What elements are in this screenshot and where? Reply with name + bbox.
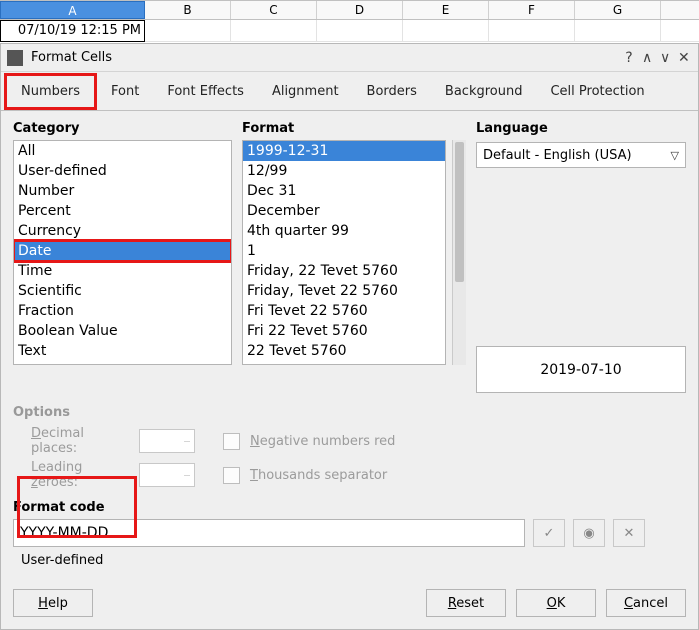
help-button[interactable]: Help [13,589,93,617]
ok-button[interactable]: OK [516,589,596,617]
negative-red-label: Negative numbers red [250,434,395,449]
language-label: Language [476,121,686,136]
col-header-D[interactable]: D [317,1,403,19]
format-label: Format [242,121,466,136]
list-item[interactable]: 12/99 [243,161,445,181]
list-item[interactable]: Fri Tevet 22 5760 [243,301,445,321]
list-item[interactable]: Friday, Tevet 22 5760 [243,281,445,301]
close-icon: ✕ [624,526,635,541]
tab-background[interactable]: Background [431,76,537,110]
format-listbox[interactable]: 1999-12-31 12/99 Dec 31 December 4th qua… [242,140,446,365]
list-item[interactable]: 1999-12-31 [243,141,445,161]
tab-borders[interactable]: Borders [353,76,431,110]
col-header-A[interactable]: A [0,1,145,19]
list-item[interactable]: Text [14,341,231,361]
format-preview: 2019-07-10 [476,346,686,393]
spreadsheet: A B C D E F G H 07/10/19 12:15 PM [0,0,699,43]
format-code-label: Format code [13,500,686,515]
leading-zeroes-stepper [139,463,195,487]
help-icon[interactable]: ? [620,50,638,66]
format-cells-dialog: Format Cells ? ∧ ∨ ✕ Numbers Font Font E… [0,43,699,630]
user-defined-indicator: User-defined [21,553,686,568]
list-item[interactable]: User-defined [14,161,231,181]
language-select[interactable]: Default - English (USA) ▽ [476,142,686,168]
column-headers: A B C D E F G H [0,0,699,20]
thousands-sep-label: Thousands separator [250,468,387,483]
format-code-input[interactable]: YYYY-MM-DD [13,519,525,547]
format-code-comment-button[interactable]: ◉ [573,519,605,547]
thousands-sep-checkbox [223,467,240,484]
col-header-G[interactable]: G [575,1,661,19]
check-icon: ✓ [544,526,555,541]
format-scrollbar[interactable] [452,140,466,365]
cancel-button[interactable]: Cancel [606,589,686,617]
app-icon [7,50,23,66]
list-item[interactable]: 1 [243,241,445,261]
col-header-H[interactable]: H [661,1,699,19]
tab-font-effects[interactable]: Font Effects [153,76,258,110]
list-item[interactable]: All [14,141,231,161]
col-header-C[interactable]: C [231,1,317,19]
list-item[interactable]: December [243,201,445,221]
category-label: Category [13,121,232,136]
list-item[interactable]: Time [14,261,231,281]
list-item[interactable]: Percent [14,201,231,221]
minimize-icon[interactable]: ∧ [638,50,656,66]
leading-zeroes-label: Leading zeroes: [31,460,129,490]
list-item[interactable]: Fri 22 Tevet 5760 [243,321,445,341]
tab-cell-protection[interactable]: Cell Protection [536,76,658,110]
list-item[interactable]: Fraction [14,301,231,321]
tab-numbers[interactable]: Numbers [4,73,97,110]
category-listbox[interactable]: All User-defined Number Percent Currency… [13,140,232,365]
options-label: Options [13,405,686,420]
tabs: Numbers Font Font Effects Alignment Bord… [1,72,698,111]
col-header-E[interactable]: E [403,1,489,19]
list-item[interactable]: Scientific [14,281,231,301]
maximize-icon[interactable]: ∨ [656,50,674,66]
tab-font[interactable]: Font [97,76,153,110]
reset-button[interactable]: Reset [426,589,506,617]
list-item[interactable]: Number [14,181,231,201]
list-item[interactable]: Friday, 22 Tevet 5760 [243,261,445,281]
format-code-remove-button[interactable]: ✕ [613,519,645,547]
col-header-F[interactable]: F [489,1,575,19]
list-item[interactable]: Dec 31 [243,181,445,201]
chevron-down-icon: ▽ [671,149,679,162]
list-item[interactable]: 22 Tevet 5760 [243,341,445,361]
close-icon[interactable]: ✕ [674,50,692,66]
titlebar: Format Cells ? ∧ ∨ ✕ [1,44,698,72]
negative-red-checkbox [223,433,240,450]
eye-icon: ◉ [583,526,594,541]
decimal-places-stepper [139,429,195,453]
list-item[interactable]: 4th quarter 99 [243,221,445,241]
list-item[interactable]: Currency [14,221,231,241]
cell-A1[interactable]: 07/10/19 12:15 PM [0,20,145,42]
tab-alignment[interactable]: Alignment [258,76,353,110]
list-item[interactable]: Boolean Value [14,321,231,341]
list-item-date[interactable]: Date [14,241,231,261]
col-header-B[interactable]: B [145,1,231,19]
button-bar: Help Reset OK Cancel [1,577,698,629]
decimal-places-label: Decimal places: [31,426,129,456]
format-code-apply-button[interactable]: ✓ [533,519,565,547]
dialog-title: Format Cells [31,50,620,65]
language-value: Default - English (USA) [483,148,632,163]
